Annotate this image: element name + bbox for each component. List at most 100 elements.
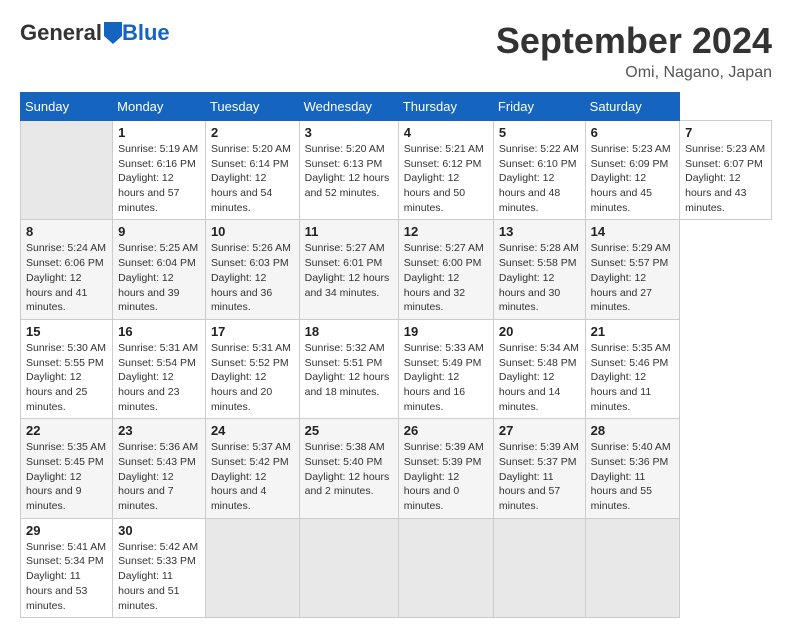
calendar-cell: 16Sunrise: 5:31 AM Sunset: 5:54 PM Dayli… bbox=[113, 319, 206, 418]
day-number: 15 bbox=[26, 324, 107, 339]
day-info: Sunrise: 5:21 AM Sunset: 6:12 PM Dayligh… bbox=[404, 142, 488, 215]
calendar-cell: 24 Sunrise: 5:37 AM Sunset: 5:42 PM Dayli… bbox=[205, 419, 299, 518]
day-info: Sunrise: 5:38 AM Sunset: 5:40 PM Dayligh… bbox=[305, 440, 393, 499]
day-number: 8 bbox=[26, 224, 107, 239]
day-number: 24 bbox=[211, 423, 294, 438]
calendar-cell: 5Sunrise: 5:22 AM Sunset: 6:10 PM Daylig… bbox=[493, 121, 585, 220]
day-info: Sunrise: 5:37 AM Sunset: 5:42 PM Dayligh… bbox=[211, 440, 294, 513]
calendar-cell: 20 Sunrise: 5:34 AM Sunset: 5:48 PM Dayli… bbox=[493, 319, 585, 418]
day-info: Sunrise: 5:27 AM Sunset: 6:01 PM Dayligh… bbox=[305, 241, 393, 300]
calendar-cell bbox=[493, 518, 585, 617]
day-info: Sunrise: 5:27 AM Sunset: 6:00 PM Dayligh… bbox=[404, 241, 488, 314]
week-row-1: 1 Sunrise: 5:19 AM Sunset: 6:16 PM Daylig… bbox=[21, 121, 772, 220]
day-info: Sunrise: 5:23 AM Sunset: 6:07 PM Dayligh… bbox=[685, 142, 766, 215]
calendar-table: SundayMondayTuesdayWednesdayThursdayFrid… bbox=[20, 92, 772, 618]
day-info: Sunrise: 5:20 AM Sunset: 6:13 PM Dayligh… bbox=[305, 142, 393, 201]
calendar-cell: 17Sunrise: 5:31 AM Sunset: 5:52 PM Dayli… bbox=[205, 319, 299, 418]
day-info: Sunrise: 5:41 AM Sunset: 5:34 PM Dayligh… bbox=[26, 540, 107, 613]
day-info: Sunrise: 5:42 AM Sunset: 5:33 PM Dayligh… bbox=[118, 540, 200, 613]
calendar-cell: 26 Sunrise: 5:39 AM Sunset: 5:39 PM Dayli… bbox=[398, 419, 493, 518]
day-number: 16 bbox=[118, 324, 200, 339]
title-area: September 2024 Omi, Nagano, Japan bbox=[496, 20, 772, 82]
calendar-cell: 15 Sunrise: 5:30 AM Sunset: 5:55 PM Dayli… bbox=[21, 319, 113, 418]
day-number: 7 bbox=[685, 125, 766, 140]
calendar-cell: 23 Sunrise: 5:36 AM Sunset: 5:43 PM Dayli… bbox=[113, 419, 206, 518]
calendar-cell: 30 Sunrise: 5:42 AM Sunset: 5:33 PM Dayli… bbox=[113, 518, 206, 617]
week-row-3: 15 Sunrise: 5:30 AM Sunset: 5:55 PM Dayli… bbox=[21, 319, 772, 418]
calendar-cell: 1 Sunrise: 5:19 AM Sunset: 6:16 PM Daylig… bbox=[113, 121, 206, 220]
day-number: 26 bbox=[404, 423, 488, 438]
day-number: 9 bbox=[118, 224, 200, 239]
day-number: 1 bbox=[118, 125, 200, 140]
weekday-sunday: Sunday bbox=[21, 93, 113, 121]
day-info: Sunrise: 5:23 AM Sunset: 6:09 PM Dayligh… bbox=[591, 142, 674, 215]
weekday-saturday: Saturday bbox=[585, 93, 679, 121]
day-info: Sunrise: 5:24 AM Sunset: 6:06 PM Dayligh… bbox=[26, 241, 107, 314]
calendar-cell bbox=[585, 518, 679, 617]
day-number: 20 bbox=[499, 324, 580, 339]
day-number: 27 bbox=[499, 423, 580, 438]
calendar-cell: 6Sunrise: 5:23 AM Sunset: 6:09 PM Daylig… bbox=[585, 121, 679, 220]
weekday-tuesday: Tuesday bbox=[205, 93, 299, 121]
calendar-cell: 25 Sunrise: 5:38 AM Sunset: 5:40 PM Dayli… bbox=[299, 419, 398, 518]
calendar-cell bbox=[299, 518, 398, 617]
day-info: Sunrise: 5:20 AM Sunset: 6:14 PM Dayligh… bbox=[211, 142, 294, 215]
calendar-cell bbox=[21, 121, 113, 220]
day-info: Sunrise: 5:35 AM Sunset: 5:45 PM Dayligh… bbox=[26, 440, 107, 513]
logo-general-text: General bbox=[20, 20, 102, 46]
calendar-cell: 19Sunrise: 5:33 AM Sunset: 5:49 PM Dayli… bbox=[398, 319, 493, 418]
day-info: Sunrise: 5:30 AM Sunset: 5:55 PM Dayligh… bbox=[26, 341, 107, 414]
day-info: Sunrise: 5:36 AM Sunset: 5:43 PM Dayligh… bbox=[118, 440, 200, 513]
day-info: Sunrise: 5:40 AM Sunset: 5:36 PM Dayligh… bbox=[591, 440, 674, 513]
header: General Blue September 2024 Omi, Nagano,… bbox=[20, 20, 772, 82]
calendar-cell: 29 Sunrise: 5:41 AM Sunset: 5:34 PM Dayli… bbox=[21, 518, 113, 617]
day-number: 30 bbox=[118, 523, 200, 538]
day-number: 3 bbox=[305, 125, 393, 140]
day-info: Sunrise: 5:22 AM Sunset: 6:10 PM Dayligh… bbox=[499, 142, 580, 215]
day-info: Sunrise: 5:39 AM Sunset: 5:39 PM Dayligh… bbox=[404, 440, 488, 513]
calendar-cell: 9 Sunrise: 5:25 AM Sunset: 6:04 PM Daylig… bbox=[113, 220, 206, 319]
calendar-cell: 21Sunrise: 5:35 AM Sunset: 5:46 PM Dayli… bbox=[585, 319, 679, 418]
month-title: September 2024 bbox=[496, 20, 772, 62]
day-info: Sunrise: 5:19 AM Sunset: 6:16 PM Dayligh… bbox=[118, 142, 200, 215]
week-row-2: 8 Sunrise: 5:24 AM Sunset: 6:06 PM Daylig… bbox=[21, 220, 772, 319]
day-info: Sunrise: 5:28 AM Sunset: 5:58 PM Dayligh… bbox=[499, 241, 580, 314]
day-info: Sunrise: 5:26 AM Sunset: 6:03 PM Dayligh… bbox=[211, 241, 294, 314]
calendar-cell: 11Sunrise: 5:27 AM Sunset: 6:01 PM Dayli… bbox=[299, 220, 398, 319]
calendar-cell: 18Sunrise: 5:32 AM Sunset: 5:51 PM Dayli… bbox=[299, 319, 398, 418]
logo-icon bbox=[104, 22, 122, 44]
day-number: 4 bbox=[404, 125, 488, 140]
day-number: 25 bbox=[305, 423, 393, 438]
day-number: 21 bbox=[591, 324, 674, 339]
calendar-cell: 10 Sunrise: 5:26 AM Sunset: 6:03 PM Dayli… bbox=[205, 220, 299, 319]
calendar-cell: 4 Sunrise: 5:21 AM Sunset: 6:12 PM Daylig… bbox=[398, 121, 493, 220]
calendar-cell: 13Sunrise: 5:28 AM Sunset: 5:58 PM Dayli… bbox=[493, 220, 585, 319]
day-number: 19 bbox=[404, 324, 488, 339]
day-number: 23 bbox=[118, 423, 200, 438]
calendar-cell: 14 Sunrise: 5:29 AM Sunset: 5:57 PM Dayli… bbox=[585, 220, 679, 319]
weekday-header-row: SundayMondayTuesdayWednesdayThursdayFrid… bbox=[21, 93, 772, 121]
day-number: 10 bbox=[211, 224, 294, 239]
day-number: 29 bbox=[26, 523, 107, 538]
weekday-monday: Monday bbox=[113, 93, 206, 121]
day-info: Sunrise: 5:39 AM Sunset: 5:37 PM Dayligh… bbox=[499, 440, 580, 513]
day-number: 22 bbox=[26, 423, 107, 438]
day-info: Sunrise: 5:31 AM Sunset: 5:52 PM Dayligh… bbox=[211, 341, 294, 414]
location-title: Omi, Nagano, Japan bbox=[496, 64, 772, 82]
calendar-cell: 2 Sunrise: 5:20 AM Sunset: 6:14 PM Daylig… bbox=[205, 121, 299, 220]
day-info: Sunrise: 5:29 AM Sunset: 5:57 PM Dayligh… bbox=[591, 241, 674, 314]
calendar-cell: 22 Sunrise: 5:35 AM Sunset: 5:45 PM Dayli… bbox=[21, 419, 113, 518]
day-number: 14 bbox=[591, 224, 674, 239]
day-info: Sunrise: 5:25 AM Sunset: 6:04 PM Dayligh… bbox=[118, 241, 200, 314]
day-number: 2 bbox=[211, 125, 294, 140]
logo: General Blue bbox=[20, 20, 170, 46]
calendar-cell bbox=[205, 518, 299, 617]
weekday-thursday: Thursday bbox=[398, 93, 493, 121]
week-row-4: 22 Sunrise: 5:35 AM Sunset: 5:45 PM Dayli… bbox=[21, 419, 772, 518]
day-info: Sunrise: 5:34 AM Sunset: 5:48 PM Dayligh… bbox=[499, 341, 580, 414]
logo-blue-text: Blue bbox=[122, 20, 170, 46]
calendar-cell: 27 Sunrise: 5:39 AM Sunset: 5:37 PM Dayli… bbox=[493, 419, 585, 518]
calendar-cell: 7 Sunrise: 5:23 AM Sunset: 6:07 PM Daylig… bbox=[680, 121, 772, 220]
weekday-friday: Friday bbox=[493, 93, 585, 121]
day-info: Sunrise: 5:32 AM Sunset: 5:51 PM Dayligh… bbox=[305, 341, 393, 400]
